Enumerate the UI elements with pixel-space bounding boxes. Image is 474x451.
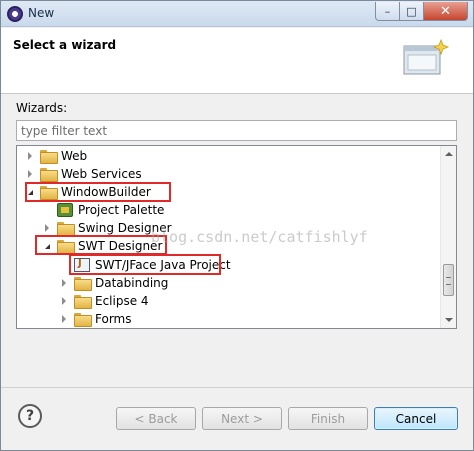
expand-arrow-icon[interactable] — [59, 296, 69, 306]
tree-item-web[interactable]: Web — [25, 147, 87, 165]
tree-item-label: Web — [61, 149, 88, 163]
tree-item-label: Databinding — [95, 276, 169, 290]
scroll-down-arrow-icon[interactable] — [441, 312, 456, 328]
back-button[interactable]: < Back — [116, 407, 196, 430]
tree-scrollbar[interactable] — [440, 146, 456, 328]
highlight-box-swt-jface-project — [69, 254, 221, 275]
help-icon[interactable]: ? — [18, 404, 42, 428]
title-bar: New – □ ✕ — [1, 1, 473, 27]
folder-icon — [40, 168, 58, 182]
new-wizard-banner-icon — [403, 38, 450, 75]
wizard-header: Select a wizard — [1, 28, 473, 94]
tree-item-databinding[interactable]: Databinding — [59, 274, 168, 292]
folder-icon — [74, 277, 92, 291]
tree-item-web-services[interactable]: Web Services — [25, 165, 142, 183]
tree-item-project-palette[interactable]: Project Palette — [42, 201, 164, 219]
close-button[interactable]: ✕ — [423, 2, 468, 21]
watermark: blog.csdn.net/catfishlyf — [151, 228, 368, 246]
wizards-label: Wizards: — [16, 101, 68, 115]
tree-item-label: Web Services — [61, 167, 142, 181]
palette-icon — [57, 203, 73, 217]
tree-item-label: Forms — [95, 312, 132, 326]
tree-item-forms[interactable]: Forms — [59, 310, 131, 328]
highlight-box-swt-designer — [35, 235, 167, 255]
page-title: Select a wizard — [13, 38, 117, 52]
expand-arrow-icon[interactable] — [25, 151, 35, 161]
tree-item-label: Project Palette — [78, 203, 165, 217]
expand-arrow-icon[interactable] — [59, 278, 69, 288]
folder-icon — [74, 295, 92, 309]
minimize-button[interactable]: – — [375, 2, 400, 21]
tree-item-eclipse-4[interactable]: Eclipse 4 — [59, 292, 149, 310]
scroll-up-arrow-icon[interactable] — [441, 146, 456, 162]
folder-icon — [74, 313, 92, 327]
new-wizard-dialog: New – □ ✕ Select a wizard Wizards: Web W… — [0, 0, 474, 451]
cancel-button[interactable]: Cancel — [374, 407, 458, 430]
maximize-button[interactable]: □ — [399, 2, 424, 21]
eclipse-icon — [7, 6, 23, 22]
expand-arrow-icon[interactable] — [42, 223, 52, 233]
window-title: New — [28, 6, 55, 20]
folder-icon — [57, 222, 75, 236]
next-button[interactable]: Next > — [202, 407, 282, 430]
finish-button[interactable]: Finish — [288, 407, 368, 430]
footer-divider — [1, 387, 473, 388]
scroll-thumb[interactable] — [443, 264, 454, 296]
expand-arrow-icon[interactable] — [59, 314, 69, 324]
folder-icon — [40, 150, 58, 164]
expand-arrow-icon[interactable] — [25, 169, 35, 179]
filter-input[interactable] — [16, 120, 457, 141]
highlight-box-windowbuilder — [25, 182, 171, 202]
tree-item-label: Eclipse 4 — [95, 294, 149, 308]
